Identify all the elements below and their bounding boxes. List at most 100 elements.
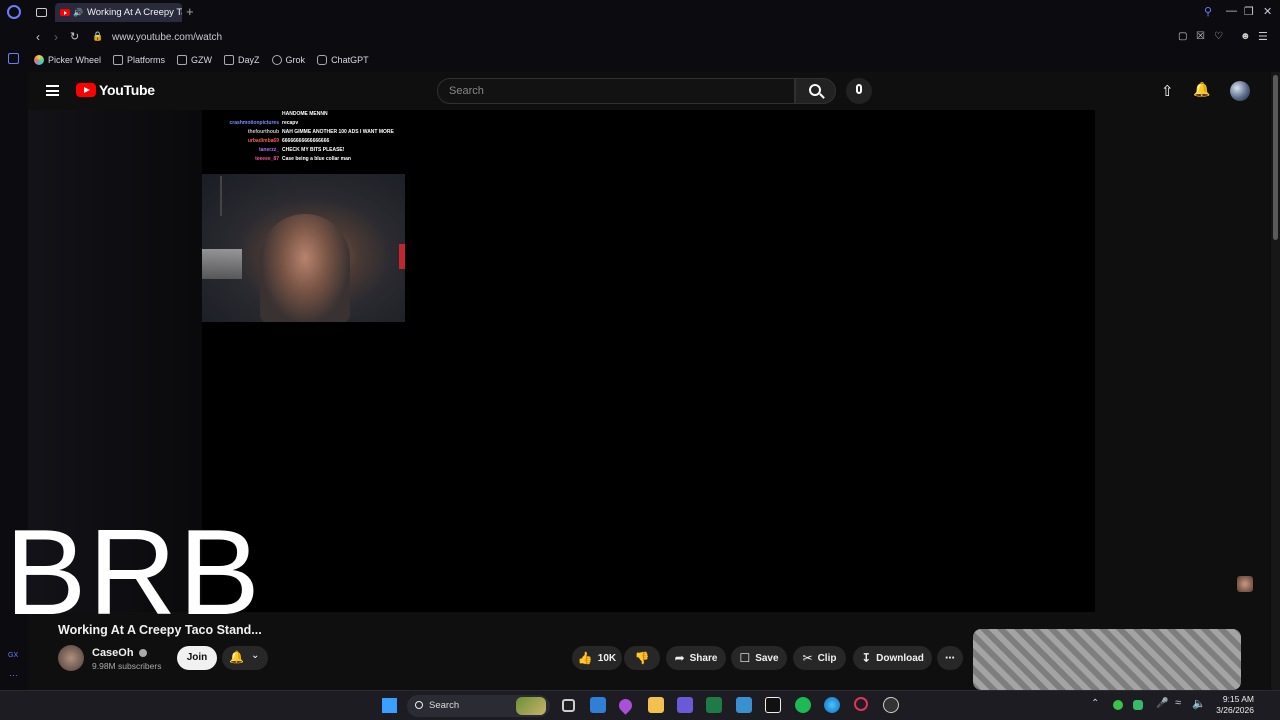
channel-name[interactable]: CaseOh: [92, 647, 147, 659]
restore-icon[interactable]: ❐: [1244, 5, 1254, 18]
more-horizontal-icon: ⋯: [945, 652, 955, 664]
opera-logo-icon[interactable]: [7, 5, 21, 19]
save-button[interactable]: ☐ Save: [731, 646, 787, 670]
dislike-button[interactable]: 👎: [624, 646, 660, 670]
notifications-bell-icon[interactable]: 🔔: [1193, 81, 1210, 98]
tray-app-icon[interactable]: [1113, 700, 1123, 710]
windows-start-icon[interactable]: [382, 698, 397, 713]
tray-network-app-icon[interactable]: [1133, 700, 1143, 710]
chat-text: CHECK MY BITS PLEASE!: [282, 147, 345, 153]
heart-icon[interactable]: ♡: [1214, 31, 1223, 42]
youtube-logo[interactable]: YouTube: [76, 82, 155, 98]
task-view-icon[interactable]: [562, 699, 575, 712]
bell-icon: 🔔: [229, 650, 244, 664]
search-button[interactable]: [795, 78, 836, 104]
store-icon[interactable]: [590, 697, 606, 713]
capcut-icon[interactable]: [765, 697, 781, 713]
chat-message: urbadimba69 66666666666666666: [202, 137, 406, 146]
subscription-bell-button[interactable]: 🔔 ⌄: [222, 646, 268, 670]
profile-icon[interactable]: ☻: [1240, 31, 1251, 42]
forward-icon[interactable]: ›: [54, 30, 58, 44]
bookmark-platforms[interactable]: Platforms: [113, 55, 165, 65]
bookmark-gzw[interactable]: GZW: [177, 55, 212, 65]
bookmark-picker-wheel[interactable]: Picker Wheel: [34, 55, 101, 65]
mic-stand: [220, 176, 222, 216]
bookmark-dayz[interactable]: DayZ: [224, 55, 260, 65]
reload-icon[interactable]: ↻: [70, 30, 79, 43]
chat-text: NAH GIMME ANOTHER 100 ADS I WANT MORE: [282, 129, 394, 135]
video-watermark-avatar[interactable]: [1237, 576, 1253, 592]
url-field[interactable]: www.youtube.com/watch: [112, 32, 222, 43]
guide-menu-icon[interactable]: [46, 85, 59, 96]
sidebar-aria-icon[interactable]: [8, 53, 19, 64]
grid-app-icon[interactable]: [677, 697, 693, 713]
search-input[interactable]: Search: [437, 78, 795, 104]
sidebar-gx-label[interactable]: GX: [8, 652, 18, 659]
picker-wheel-icon: [34, 55, 44, 65]
search-tabs-icon[interactable]: ⚲: [1204, 5, 1212, 18]
share-icon: ➦: [674, 651, 685, 665]
wifi-icon[interactable]: ≈: [1175, 697, 1181, 709]
clip-label: Clip: [817, 652, 837, 664]
back-icon[interactable]: ‹: [36, 30, 40, 44]
thumbs-up-icon: 👍: [577, 651, 593, 665]
bookmark-label: GZW: [191, 55, 213, 65]
snapshot-icon[interactable]: ▢: [1178, 31, 1187, 42]
bookmark-grok[interactable]: Grok: [271, 55, 306, 65]
voice-search-button[interactable]: [846, 78, 872, 104]
bookmark-icon: ☐: [739, 651, 751, 665]
notepad-icon[interactable]: [736, 697, 752, 713]
tab-manager-icon[interactable]: [36, 8, 47, 17]
chat-user: [202, 110, 282, 119]
download-button[interactable]: ↧ Download: [853, 646, 932, 670]
youtube-header: YouTube Search ⇧ 🔔: [28, 72, 1270, 110]
adblock-icon[interactable]: ☒: [1196, 31, 1205, 42]
upload-icon[interactable]: ⇧: [1161, 82, 1174, 100]
taskbar-search-label: Search: [429, 700, 460, 711]
spotify-icon[interactable]: [795, 697, 811, 713]
drop-app-icon[interactable]: [616, 696, 635, 715]
join-button[interactable]: Join: [177, 646, 217, 670]
channel-avatar[interactable]: [58, 645, 84, 671]
close-window-icon[interactable]: ✕: [1263, 5, 1272, 18]
speaker-icon[interactable]: 🔊: [73, 8, 83, 17]
streamer-figure: [260, 214, 350, 322]
edge-icon[interactable]: [824, 697, 840, 713]
clip-button[interactable]: ✂ Clip: [793, 646, 846, 670]
bookmark-label: Grok: [285, 55, 306, 65]
chat-text: Case being a blue collar man: [282, 156, 351, 162]
chat-text: 66666666666666666: [282, 138, 330, 144]
chat-message: thefourthoub NAH GIMME ANOTHER 100 ADS I …: [202, 128, 406, 137]
tray-chevron-up-icon[interactable]: ⌃: [1091, 698, 1099, 709]
chat-message: crashmotionpictures recapv: [202, 119, 406, 128]
bookmark-chatgpt[interactable]: ChatGPT: [317, 55, 369, 65]
excel-icon[interactable]: [706, 697, 722, 713]
account-avatar[interactable]: [1230, 81, 1250, 101]
taskbar-search[interactable]: Search: [407, 695, 550, 717]
webcam-overlay: [202, 174, 405, 322]
file-explorer-icon[interactable]: [648, 697, 664, 713]
sidebar-more-icon[interactable]: …: [9, 668, 18, 678]
tab-youtube-video[interactable]: 🔊 Working At A Creepy Ta: [55, 3, 182, 22]
mic-icon: [856, 84, 862, 94]
like-button[interactable]: 👍 10K: [572, 646, 622, 670]
page-scrollbar[interactable]: [1271, 72, 1280, 690]
minimize-icon[interactable]: —: [1226, 5, 1237, 17]
bookmarks-bar: Picker Wheel Platforms GZW DayZ Grok Cha…: [34, 52, 381, 68]
verified-badge-icon: [138, 649, 147, 658]
microphone-icon[interactable]: 🎤: [1156, 698, 1168, 709]
scrollbar-thumb[interactable]: [1273, 75, 1278, 240]
more-actions-button[interactable]: ⋯: [937, 646, 963, 670]
chat-user: tanerzz_: [258, 147, 279, 153]
menu-icon[interactable]: ☰: [1258, 30, 1268, 43]
share-button[interactable]: ➦ Share: [666, 646, 726, 670]
lock-icon[interactable]: 🔒: [92, 31, 103, 42]
obs-icon[interactable]: [883, 697, 899, 713]
chat-user: thefourthoub: [247, 129, 279, 135]
volume-icon[interactable]: 🔈: [1192, 697, 1206, 710]
new-tab-button[interactable]: +: [186, 4, 194, 19]
recommended-video-thumbnail[interactable]: [973, 629, 1241, 690]
brb-overlay-text: BRB: [5, 504, 262, 640]
system-clock[interactable]: 9:15 AM 3/26/2026: [1210, 694, 1254, 716]
opera-gx-icon[interactable]: [854, 697, 868, 711]
